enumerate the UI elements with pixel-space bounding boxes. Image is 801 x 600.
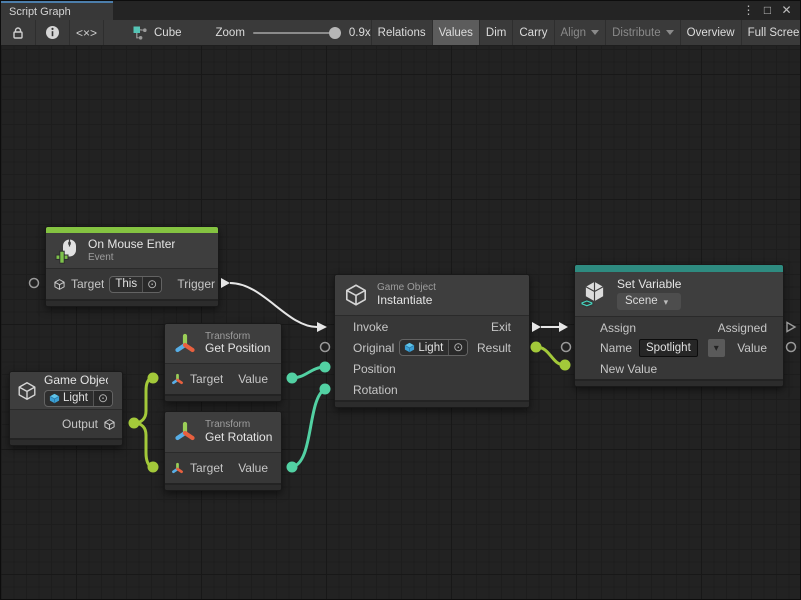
toolbar-toggles: Relations Values Dim Carry Align Distrib… [371, 20, 801, 45]
tab-title: Script Graph [9, 6, 71, 18]
port-label-assigned: Assigned [718, 321, 767, 335]
menu-distribute: Distribute [605, 20, 680, 45]
node-game-object-literal[interactable]: Game Object Light ⊙ Output [9, 371, 123, 446]
button-full-screen[interactable]: Full Screen [741, 20, 801, 45]
window-close-icon[interactable]: ✕ [779, 2, 794, 19]
toggle-values[interactable]: Values [432, 20, 479, 45]
node-title: Get Position [205, 342, 270, 356]
game-object-value-chip[interactable]: Light ⊙ [44, 390, 113, 407]
zoom-value: 0.9x [349, 27, 371, 39]
port-label-value: Value [238, 372, 268, 386]
variable-scope-dropdown[interactable]: Scene ▾ [617, 293, 681, 310]
target-value-chip[interactable]: This ⊙ [109, 276, 162, 293]
node-on-mouse-enter[interactable]: On Mouse Enter Event Target This ⊙ Trigg… [45, 226, 219, 307]
node-title: On Mouse Enter [88, 238, 175, 252]
chevron-down-icon: ▾ [664, 297, 669, 307]
game-object-blue-icon [404, 342, 415, 353]
port-label-new-value: New Value [600, 362, 657, 376]
script-graph-window: Script Graph ⋮ □ ✕ <×> Cube Zoom [0, 0, 801, 600]
node-title: Set Variable [617, 278, 681, 292]
node-category: Transform [205, 419, 272, 431]
node-set-variable[interactable]: <> Set Variable Scene ▾ Assign Assigned … [574, 264, 784, 387]
variable-name-field[interactable]: Spotlight [639, 339, 698, 357]
toolbar: <×> Cube Zoom 0.9x Relations Values Dim … [1, 20, 800, 46]
node-get-rotation[interactable]: Transform Get Rotation Target Value [164, 411, 282, 491]
button-overview[interactable]: Overview [680, 20, 741, 45]
code-view-button[interactable]: <×> [69, 20, 103, 45]
inspect-button[interactable] [35, 20, 69, 45]
port-label-target: Target [190, 372, 223, 386]
window-maximize-icon[interactable]: □ [760, 2, 775, 19]
tab-script-graph[interactable]: Script Graph [1, 1, 113, 20]
transform-icon [171, 373, 184, 386]
object-picker-icon[interactable]: ⊙ [93, 391, 112, 406]
code-view-icon: <×> [76, 26, 97, 40]
node-footer [46, 299, 218, 306]
object-picker-icon[interactable]: ⊙ [448, 340, 467, 355]
port-label-output: Output [62, 417, 98, 431]
port-label-target: Target [71, 277, 104, 291]
port-label-invoke: Invoke [353, 320, 388, 334]
variable-accent-bar [575, 265, 783, 272]
variable-name-dropdown[interactable]: ▾ [708, 339, 725, 357]
chevron-down-icon [591, 30, 599, 35]
game-object-icon [53, 278, 66, 291]
transform-icon [171, 462, 184, 475]
node-instantiate[interactable]: Game Object Instantiate Invoke Exit Orig… [334, 274, 530, 408]
toggle-relations[interactable]: Relations [371, 20, 432, 45]
port-label-assign: Assign [600, 321, 636, 335]
info-icon [45, 25, 60, 40]
node-subtitle: Event [88, 252, 175, 264]
port-label-value: Value [238, 461, 268, 475]
node-title: Get Rotation [205, 431, 272, 445]
port-label-target: Target [190, 461, 223, 475]
window-controls: ⋮ □ ✕ [741, 1, 800, 20]
menu-align: Align [554, 20, 606, 45]
transform-icon [173, 420, 197, 444]
node-title: Game Object [44, 374, 108, 388]
zoom-label: Zoom [216, 27, 245, 39]
transform-icon [173, 332, 197, 356]
port-label-value: Value [737, 341, 767, 355]
toggle-carry[interactable]: Carry [512, 20, 553, 45]
lock-button[interactable] [1, 20, 35, 45]
zoom-slider-handle[interactable] [329, 27, 341, 39]
port-label-original: Original [353, 341, 394, 355]
graph-name: Cube [154, 27, 182, 39]
lock-icon [11, 26, 25, 40]
node-footer [165, 483, 281, 490]
port-label-position: Position [353, 362, 396, 376]
zoom-slider[interactable] [253, 32, 341, 34]
script-graph-icon [132, 25, 148, 41]
node-category: Game Object [377, 282, 436, 294]
port-label-exit: Exit [491, 320, 511, 334]
port-label-result: Result [477, 341, 511, 355]
window-menu-icon[interactable]: ⋮ [741, 2, 756, 19]
node-footer [575, 379, 783, 386]
node-footer [165, 394, 281, 401]
port-label-name: Name [600, 341, 632, 355]
node-footer [10, 438, 122, 445]
game-object-icon [16, 380, 38, 402]
port-label-rotation: Rotation [353, 383, 398, 397]
graph-breadcrumb: Cube [132, 25, 182, 41]
original-value-chip[interactable]: Light ⊙ [399, 339, 468, 356]
game-object-icon [343, 282, 369, 308]
port-label-trigger: Trigger [177, 277, 215, 291]
mouse-enter-icon [54, 238, 80, 264]
zoom-control: Zoom 0.9x [216, 27, 371, 39]
chevron-down-icon [666, 30, 674, 35]
variable-brackets-icon: <> [581, 298, 592, 310]
toggle-dim[interactable]: Dim [479, 20, 512, 45]
chevron-down-icon: ▾ [714, 343, 719, 354]
node-footer [335, 400, 529, 407]
titlebar: Script Graph ⋮ □ ✕ [1, 1, 800, 20]
node-get-position[interactable]: Transform Get Position Target Value [164, 323, 282, 402]
game-object-blue-icon [49, 393, 60, 404]
game-object-icon [103, 418, 116, 431]
object-picker-icon[interactable]: ⊙ [142, 277, 161, 292]
node-category: Transform [205, 331, 270, 343]
node-title: Instantiate [377, 294, 436, 308]
